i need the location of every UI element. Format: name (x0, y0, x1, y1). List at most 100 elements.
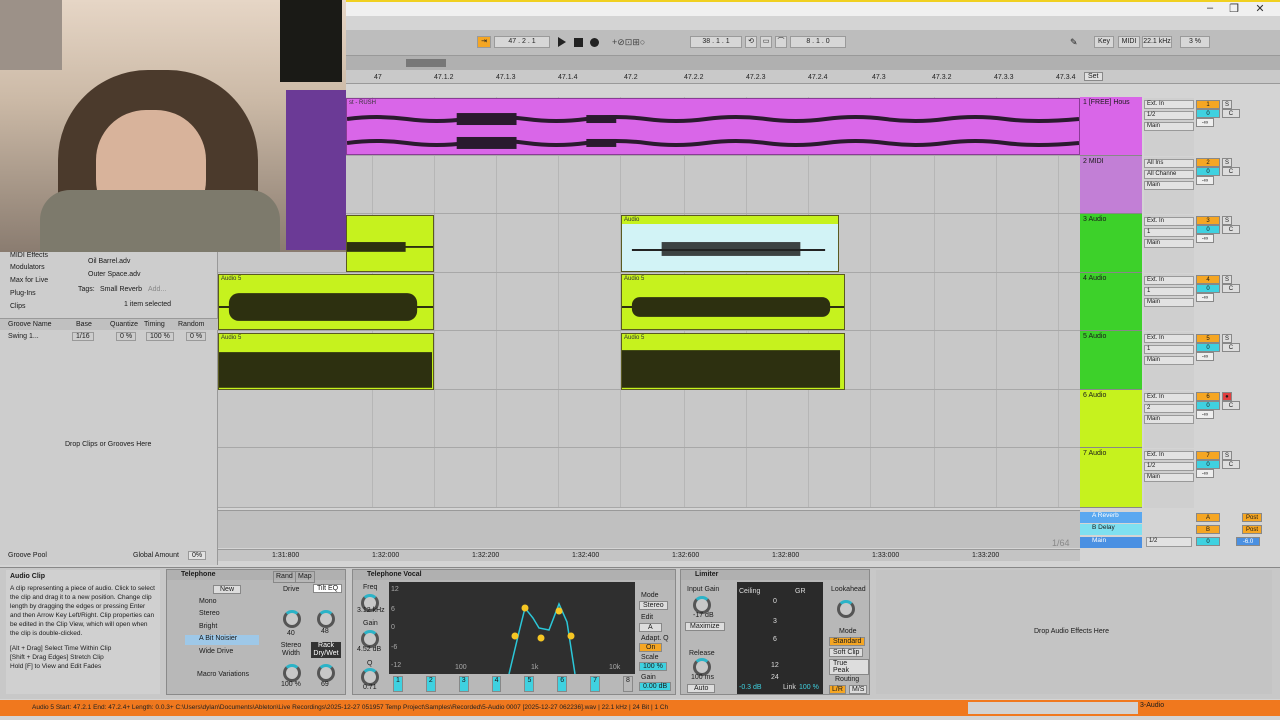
input-channel-select[interactable]: 1/2 (1144, 462, 1194, 471)
output-select[interactable]: Main (1144, 415, 1194, 424)
browser-item-clips[interactable]: Clips (10, 303, 26, 310)
track-name[interactable]: 4 Audio (1083, 275, 1106, 282)
pan-field[interactable]: C (1221, 284, 1240, 293)
input-channel-select[interactable]: All Channe (1144, 170, 1194, 179)
dry-wet-knob[interactable] (317, 664, 335, 682)
input-channel-select[interactable]: 1/2 (1144, 111, 1194, 120)
output-gain-field[interactable]: 0.00 dB (639, 682, 672, 691)
output-select[interactable]: Main (1144, 181, 1194, 190)
send-field[interactable]: -∞ (1196, 293, 1214, 302)
groove-row[interactable]: Swing 1... 1/16 0 % 100 % 0 % (0, 331, 218, 342)
stereo-width-knob[interactable] (283, 664, 301, 682)
track-name[interactable]: 5 Audio (1083, 333, 1106, 340)
map-button[interactable]: Map (295, 571, 315, 583)
minimize-icon[interactable]: – (1198, 2, 1222, 14)
browser-item-midi-effects[interactable]: MIDI Effects (10, 252, 48, 259)
track-header-5[interactable]: 5 Audio (1080, 331, 1142, 390)
adapt-q-toggle[interactable]: On (639, 643, 663, 652)
input-type-select[interactable]: Ext. In (1144, 217, 1194, 226)
volume-field[interactable]: 0 (1196, 109, 1220, 118)
volume-field[interactable]: 0 (1196, 401, 1220, 410)
browser-item-modulators[interactable]: Modulators (10, 264, 45, 271)
chain-item[interactable]: Bright (185, 623, 259, 633)
browser-item-max[interactable]: Max for Live (10, 277, 48, 284)
band-3-toggle[interactable]: 3 (458, 676, 469, 692)
post-button[interactable]: Post (1242, 513, 1262, 522)
pan-field[interactable]: C (1221, 109, 1240, 118)
track-activator[interactable]: 7 (1196, 451, 1220, 460)
drive-knob[interactable] (283, 610, 301, 628)
loop-icon[interactable]: ⟲ (745, 36, 757, 48)
midi-map-button[interactable]: MIDI (1118, 36, 1140, 48)
record-icon[interactable] (590, 38, 599, 47)
send-field[interactable]: -∞ (1196, 176, 1214, 185)
track-activator[interactable]: 4 (1196, 275, 1220, 284)
solo-button[interactable]: S (1221, 451, 1232, 460)
input-type-select[interactable]: Ext. In (1144, 451, 1194, 460)
groove-drop-zone[interactable]: Drop Clips or Grooves Here (65, 441, 151, 448)
main-track[interactable]: Main (1080, 537, 1142, 548)
solo-button[interactable]: S (1221, 158, 1232, 167)
track-header-1[interactable]: 1 [FREE] Hous (1080, 97, 1142, 156)
track-activator[interactable]: 6 (1196, 392, 1220, 401)
post-button[interactable]: Post (1242, 525, 1262, 534)
play-icon[interactable] (558, 37, 566, 47)
return-lanes[interactable] (218, 510, 1080, 548)
track-header-7[interactable]: 7 Audio (1080, 448, 1142, 508)
input-type-select[interactable]: Ext. In (1144, 334, 1194, 343)
tilt-knob[interactable] (317, 610, 335, 628)
output-select[interactable]: Main (1144, 239, 1194, 248)
band-7-toggle[interactable]: 7 (590, 676, 601, 692)
loop-start[interactable]: 38 . 1 . 1 (690, 36, 742, 48)
global-amount-field[interactable]: 0% (188, 551, 207, 560)
track-lane-2[interactable] (218, 156, 1080, 214)
edit-a-button[interactable]: A (639, 623, 662, 632)
lr-button[interactable]: L/R (829, 685, 846, 694)
solo-button[interactable]: S (1221, 334, 1232, 343)
output-select[interactable]: Main (1144, 356, 1194, 365)
arm-button[interactable]: ● (1221, 392, 1232, 401)
pan-field[interactable]: C (1221, 343, 1240, 352)
audio-clip[interactable]: Audio 5 (621, 333, 845, 390)
send-field[interactable]: -∞ (1196, 118, 1214, 127)
volume-field[interactable]: 0 (1196, 460, 1220, 469)
track-lane-7[interactable] (218, 448, 1080, 508)
groove-base[interactable]: 1/16 (72, 332, 94, 341)
band-1-toggle[interactable]: 1 (393, 676, 403, 692)
browser-item-plugins[interactable]: Plug-Ins (10, 290, 36, 297)
chain-item[interactable]: Wide Drive (185, 648, 259, 658)
chain-item[interactable]: Mono (185, 598, 259, 608)
ms-button[interactable]: M/S (849, 685, 868, 694)
close-icon[interactable]: ✕ (1248, 2, 1272, 15)
track-activator[interactable]: 3 (1196, 216, 1220, 225)
band-8-toggle[interactable]: 8 (623, 676, 633, 692)
rand-button[interactable]: Rand (273, 571, 296, 583)
track-name[interactable]: 3 Audio (1083, 216, 1106, 223)
track-name[interactable]: 1 [FREE] Hous (1083, 99, 1130, 106)
input-type-select[interactable]: Ext. In (1144, 276, 1194, 285)
stop-icon[interactable] (574, 38, 583, 47)
pan-field[interactable]: C (1221, 225, 1240, 234)
overdub-icon[interactable]: +⊘⊡⊞○ (612, 37, 645, 48)
output-select[interactable]: Main (1144, 473, 1194, 482)
track-lane-6[interactable] (218, 390, 1080, 448)
volume-field[interactable]: 0 (1196, 167, 1220, 176)
return-track-b[interactable]: B Delay (1080, 524, 1142, 535)
pan-field[interactable]: C (1221, 460, 1240, 469)
maximize-icon[interactable]: ❐ (1222, 2, 1246, 15)
track-activator[interactable]: 1 (1196, 100, 1220, 109)
soft-clip-button[interactable]: Soft Clip (829, 648, 864, 657)
send-field[interactable]: -∞ (1196, 469, 1214, 478)
mode-select[interactable]: Stereo (639, 601, 668, 610)
audio-clip[interactable] (346, 215, 434, 272)
loop-length[interactable]: 8 . 1 . 0 (790, 36, 846, 48)
punch-out-icon[interactable]: ⌒ (775, 36, 787, 48)
track-name[interactable]: 2 MIDI (1083, 158, 1104, 165)
track-header-4[interactable]: 4 Audio (1080, 273, 1142, 331)
follow-button[interactable]: ⇥ (477, 36, 491, 48)
beat-ruler[interactable]: 47 47.1.2 47.1.3 47.1.4 47.2 47.2.2 47.2… (346, 70, 1280, 84)
groove-random[interactable]: 0 % (186, 332, 207, 341)
browser-file[interactable]: Oil Barrel.adv (88, 258, 130, 265)
solo-button[interactable]: S (1221, 100, 1232, 109)
volume-field[interactable]: 0 (1196, 343, 1220, 352)
